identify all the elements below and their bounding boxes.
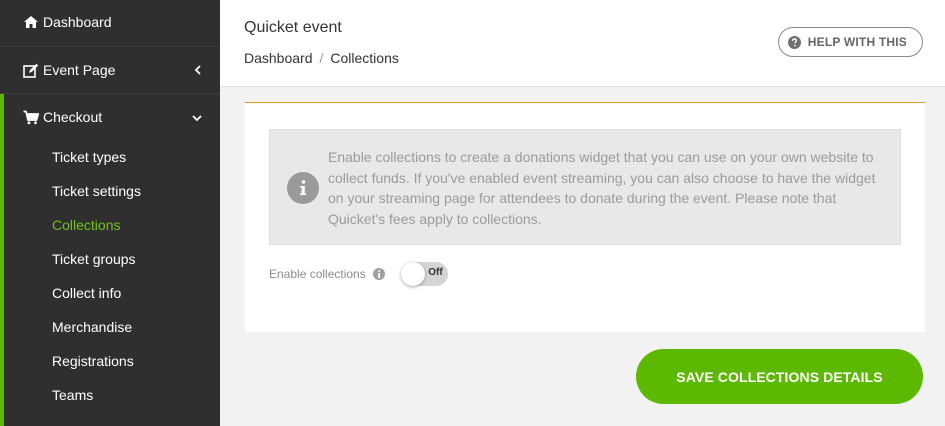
sidebar-item-label: Dashboard (43, 14, 112, 30)
collections-card: Enable collections to create a donations… (245, 102, 925, 332)
help-button[interactable]: HELP WITH THIS (777, 27, 923, 57)
sidebar-item-collect-info[interactable]: Collect info (4, 276, 220, 310)
home-icon (23, 14, 39, 30)
checkout-submenu: Ticket types Ticket settings Collections… (4, 140, 220, 412)
help-button-label: HELP WITH THIS (807, 35, 907, 49)
sidebar-item-dashboard[interactable]: Dashboard (0, 0, 220, 44)
sidebar: Dashboard Event Page Checkout Ticket typ… (0, 0, 220, 426)
sidebar-item-ticket-types[interactable]: Ticket types (4, 140, 220, 174)
sidebar-item-checkout[interactable]: Checkout (4, 94, 220, 140)
chevron-down-icon (192, 109, 202, 125)
chevron-left-icon (192, 65, 202, 75)
enable-collections-label: Enable collections (269, 267, 366, 281)
sidebar-item-ticket-groups[interactable]: Ticket groups (4, 242, 220, 276)
sidebar-item-label: Event Page (43, 62, 116, 78)
question-circle-icon (787, 35, 801, 49)
toggle-state-text: Off (428, 267, 443, 278)
breadcrumb-separator: / (319, 50, 324, 66)
breadcrumb-item-dashboard[interactable]: Dashboard (244, 50, 313, 66)
page-title: Quicket event (244, 19, 342, 36)
sidebar-section-checkout: Checkout Ticket types Ticket settings Co… (0, 94, 220, 426)
info-text: Enable collections to create a donations… (328, 149, 876, 227)
sidebar-item-label: Checkout (43, 109, 103, 125)
breadcrumb-item-collections: Collections (330, 50, 399, 66)
sidebar-item-collections[interactable]: Collections (4, 208, 220, 242)
breadcrumb: Dashboard / Collections (244, 50, 399, 66)
sidebar-item-registrations[interactable]: Registrations (4, 344, 220, 378)
enable-collections-row: Enable collections Off (269, 261, 448, 287)
info-alert: Enable collections to create a donations… (269, 129, 901, 245)
toggle-knob (400, 262, 425, 286)
info-icon (287, 172, 319, 204)
edit-icon (23, 62, 39, 78)
sidebar-item-event-page[interactable]: Event Page (0, 47, 220, 93)
info-icon[interactable] (372, 268, 385, 280)
cart-icon (23, 109, 39, 125)
sidebar-item-ticket-settings[interactable]: Ticket settings (4, 174, 220, 208)
page-header: Quicket event Dashboard / Collections HE… (220, 0, 945, 87)
save-collections-button[interactable]: SAVE COLLECTIONS DETAILS (636, 349, 923, 404)
enable-collections-toggle[interactable]: Off (400, 262, 448, 286)
sidebar-item-merchandise[interactable]: Merchandise (4, 310, 220, 344)
sidebar-item-teams[interactable]: Teams (4, 378, 220, 412)
